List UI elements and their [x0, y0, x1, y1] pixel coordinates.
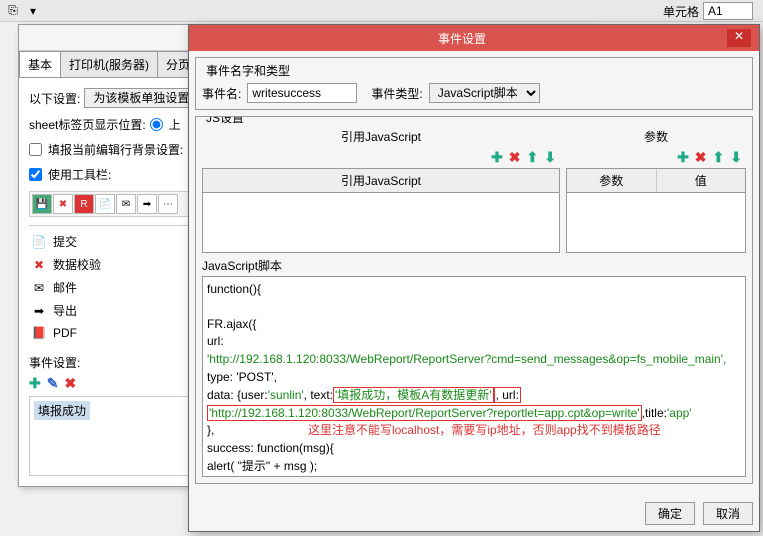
use-toolbar-label: 使用工具栏: — [48, 166, 111, 183]
tb-more-icon[interactable]: ⋯ — [158, 194, 178, 214]
param-title: 参数 — [566, 126, 746, 147]
dialog-buttons: 确定 取消 — [189, 496, 759, 531]
ref-js-title: 引用JavaScript — [202, 126, 560, 147]
event-dialog-title: 事件设置 — [197, 30, 727, 47]
refjs-up-icon[interactable]: ⬆ — [527, 149, 539, 166]
use-toolbar-checkbox[interactable] — [29, 168, 42, 181]
dialog-titlebar: 事件设置 ✕ — [189, 25, 759, 51]
tab-basic[interactable]: 基本 — [19, 51, 61, 77]
app-toolbar: ⎘ ▾ 单元格 — [0, 0, 763, 22]
ref-js-column: 引用JavaScript ✚ ✖ ⬆ ⬇ 引用JavaScript — [202, 126, 560, 253]
js-legend: JS设置 — [202, 116, 746, 126]
email-icon: ✉ — [31, 280, 47, 296]
cell-reference: 单元格 — [663, 2, 753, 20]
pdf-icon: 📕 — [31, 325, 47, 341]
refjs-grid[interactable] — [202, 193, 560, 253]
name-type-legend: 事件名字和类型 — [202, 62, 294, 79]
param-header-name: 参数 — [567, 169, 657, 192]
export-icon: ➡ — [31, 303, 47, 319]
refjs-del-icon[interactable]: ✖ — [509, 149, 521, 166]
cell-label: 单元格 — [663, 3, 699, 20]
tab-printer[interactable]: 打印机(服务器) — [60, 51, 158, 77]
event-settings-dialog: 事件设置 ✕ 事件名字和类型 事件名: 事件类型: JavaScript脚本 J… — [188, 24, 760, 532]
param-column: 参数 ✚ ✖ ⬆ ⬇ 参数 值 — [566, 126, 746, 253]
event-name-label: 事件名: — [202, 85, 241, 102]
name-type-fieldset: 事件名字和类型 事件名: 事件类型: JavaScript脚本 — [195, 57, 753, 110]
param-add-icon[interactable]: ✚ — [677, 149, 689, 166]
param-header-value: 值 — [657, 169, 746, 192]
param-del-icon[interactable]: ✖ — [695, 149, 707, 166]
refjs-add-icon[interactable]: ✚ — [491, 149, 503, 166]
refjs-header: 引用JavaScript — [203, 169, 559, 192]
param-down-icon[interactable]: ⬇ — [730, 149, 742, 166]
toolbar-dropdown-icon[interactable]: ▾ — [24, 2, 42, 20]
cancel-button[interactable]: 取消 — [703, 502, 753, 525]
event-type-select[interactable]: JavaScript脚本 — [429, 83, 540, 103]
tb-mail-icon[interactable]: ✉ — [116, 194, 136, 214]
param-up-icon[interactable]: ⬆ — [713, 149, 725, 166]
event-type-label: 事件类型: — [371, 85, 422, 102]
toolbar-icon[interactable]: ⎘ — [4, 2, 22, 20]
tb-doc-icon[interactable]: 📄 — [95, 194, 115, 214]
js-settings-fieldset: JS设置 引用JavaScript ✚ ✖ ⬆ ⬇ 引用JavaScript 参… — [195, 116, 753, 484]
param-grid[interactable] — [566, 193, 746, 253]
tb-export-icon[interactable]: ➡ — [137, 194, 157, 214]
code-annotation: 这里注意不能写localhost，需要写ip地址，否则app找不到模板路径 — [308, 423, 661, 437]
code-editor[interactable]: function(){ FR.ajax({ url: 'http://192.1… — [202, 276, 746, 477]
sheet-pos-up-radio[interactable] — [150, 118, 163, 131]
sheet-pos-label: sheet标签页显示位置: — [29, 116, 146, 133]
tb-save-icon[interactable]: 💾 — [32, 194, 52, 214]
tb-r-icon[interactable]: R — [74, 194, 94, 214]
ok-button[interactable]: 确定 — [645, 502, 695, 525]
tb-check-icon[interactable]: ✖ — [53, 194, 73, 214]
fill-bg-checkbox[interactable] — [29, 143, 42, 156]
event-edit-icon[interactable]: ✎ — [47, 375, 59, 392]
event-delete-icon[interactable]: ✖ — [64, 375, 76, 392]
cell-input[interactable] — [703, 2, 753, 20]
event-name-input[interactable] — [247, 83, 357, 103]
close-icon[interactable]: ✕ — [727, 29, 751, 47]
submit-icon: 📄 — [31, 234, 47, 250]
event-add-icon[interactable]: ✚ — [29, 375, 41, 392]
script-label: JavaScript脚本 — [202, 257, 746, 274]
validate-icon: ✖ — [31, 257, 47, 273]
refjs-down-icon[interactable]: ⬇ — [544, 149, 556, 166]
fill-bg-label: 填报当前编辑行背景设置: — [48, 141, 183, 158]
event-item-success[interactable]: 填报成功 — [34, 401, 90, 420]
setting-label: 以下设置: — [29, 90, 80, 107]
